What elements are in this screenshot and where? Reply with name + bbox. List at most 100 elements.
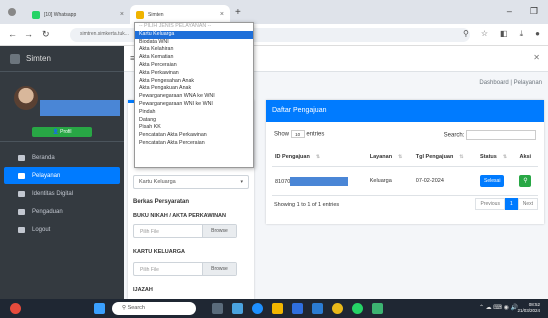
view-search-icon[interactable]: ⚲ [519, 175, 532, 187]
dropdown-option[interactable]: Pencatatan Akta Perkawinan [135, 132, 253, 140]
document-icon [18, 172, 25, 179]
dropdown-option-selected[interactable]: Kartu Keluarga [135, 30, 253, 39]
app-icon[interactable] [372, 303, 383, 314]
col-tgl[interactable]: Tgl Pengajuan ⇅ [412, 148, 478, 167]
taskbar-search[interactable]: ⚲ Search [112, 302, 196, 315]
dropdown-option[interactable]: Akta Perkawinan [135, 70, 253, 78]
col-id[interactable]: ID Pengajuan ⇅ [272, 148, 367, 167]
sort-icon: ⇅ [315, 154, 321, 160]
forward-icon[interactable]: → [24, 29, 33, 39]
file-input-kartu-keluarga[interactable]: Pilih File Browse [133, 262, 237, 276]
cell-aksi: ⚲ [516, 166, 538, 196]
sort-icon: ⇅ [398, 154, 403, 160]
brand[interactable]: Simten [0, 46, 124, 72]
brand-logo-icon [10, 53, 20, 64]
chevron-down-icon: ▾ [240, 179, 243, 185]
entries-select[interactable]: 10 [290, 130, 305, 138]
card-title: Daftar Pengajuan [266, 100, 544, 122]
search-label: Search: [443, 132, 465, 139]
user-panel: 👤 Profil [0, 72, 124, 142]
avatar [14, 86, 38, 110]
reload-icon[interactable]: ↻ [42, 29, 50, 40]
col-label: Layanan [369, 154, 393, 160]
sidebar-item-logout[interactable]: Logout [4, 221, 120, 238]
pager-page-1[interactable]: 1 [504, 198, 518, 210]
file-placeholder: Pilih File [140, 267, 159, 273]
dropdown-option[interactable]: Datang [135, 117, 253, 125]
file-label-buku-nikah: BUKU NIKAH / AKTA PERKAWINAN [133, 213, 226, 219]
dropdown-option[interactable]: Pencatatan Akta Perceraian [135, 140, 253, 148]
sidebar-item-label: Beranda [32, 154, 55, 161]
pager-next[interactable]: Next [517, 198, 538, 210]
logout-icon [18, 226, 25, 233]
dropdown-option[interactable]: Biodata WNI [135, 39, 253, 47]
taskbar-clock[interactable]: 08:52 21/03/2024 [517, 302, 540, 314]
mail-icon[interactable] [312, 303, 323, 314]
system-tray-icons[interactable]: ⌃ ☁ ⌨ ◉ 🔊 [479, 304, 518, 311]
tab-whatsapp[interactable]: [10] Whatsapp × [26, 5, 130, 24]
sidebar-item-identitas-digital[interactable]: Identitas Digital [4, 185, 120, 202]
tab-menu-icon[interactable] [8, 8, 16, 16]
dropdown-option[interactable]: Akta Kematian [135, 54, 253, 62]
new-tab-icon[interactable]: + [235, 7, 241, 18]
close-tab-icon[interactable]: × [120, 11, 124, 18]
download-icon[interactable]: ⤓ [520, 29, 524, 39]
dropdown-option[interactable]: Pewarganegaraan WNA ke WNI [135, 93, 253, 101]
close-icon[interactable]: ✕ [533, 53, 540, 62]
sidebar-item-pelayanan[interactable]: Pelayanan [4, 167, 120, 184]
toolbar-icons: ⚲ ☆ ◧ ⤓ ● [463, 29, 540, 39]
extensions-icon[interactable]: ◧ [500, 29, 508, 39]
pengajuan-table: ID Pengajuan ⇅ Layanan ⇅ Tgl Pengajuan ⇅ St… [272, 148, 538, 196]
chrome-icon[interactable] [332, 303, 343, 314]
dropdown-option[interactable]: -- PILIH JENIS PELAYANAN -- [135, 23, 253, 31]
col-status[interactable]: Status ⇅ [477, 148, 517, 167]
start-icon[interactable] [94, 303, 105, 314]
col-layanan[interactable]: Layanan ⇅ [366, 148, 413, 167]
store-icon[interactable] [292, 303, 303, 314]
close-tab-icon[interactable]: × [220, 11, 224, 18]
dropdown-option[interactable]: Pewarganegaraan WNI ke WNI [135, 101, 253, 109]
dropdown-option[interactable]: Akta Pengakuan Anak [135, 85, 253, 93]
berkas-title: Berkas Persyaratan [133, 199, 190, 205]
edge-icon[interactable] [252, 303, 263, 314]
tab-label: Simten [148, 11, 164, 18]
table-info: Showing 1 to 1 of 1 entries [274, 202, 340, 208]
file-input-buku-nikah[interactable]: Pilih File Browse [133, 224, 237, 238]
task-view-icon[interactable] [212, 303, 223, 314]
dropdown-option[interactable]: Akta Pengesahan Anak [135, 78, 253, 86]
back-icon[interactable]: ← [8, 29, 17, 39]
pager-previous[interactable]: Previous [475, 198, 505, 210]
dropdown-option[interactable]: Akta Perceraian [135, 62, 253, 70]
whatsapp-taskbar-icon[interactable] [352, 303, 363, 314]
sort-icon: ⇅ [502, 154, 508, 160]
profile-button-label: Profil [60, 129, 72, 135]
browser-tab-strip: [10] Whatsapp × Simten × + – ❐ [0, 0, 548, 24]
dropdown-option[interactable]: Pisah KK [135, 124, 253, 132]
location-icon[interactable]: ⚲ [463, 29, 469, 39]
status-badge[interactable]: Selesai [480, 175, 505, 187]
file-label-kartu-keluarga: KARTU KELUARGA [133, 249, 185, 255]
minimize-icon[interactable]: – [507, 6, 512, 17]
profile-icon[interactable]: ● [535, 29, 540, 39]
sidebar-item-beranda[interactable]: Beranda [4, 149, 120, 166]
widget-icon[interactable] [10, 303, 21, 314]
dropdown-option[interactable]: Akta Kelahiran [135, 46, 253, 54]
search-placeholder: Search [127, 305, 145, 311]
sidebar-item-pengaduan[interactable]: Pengaduan [4, 203, 120, 220]
browse-button[interactable]: Browse [202, 263, 236, 275]
col-aksi[interactable]: Aksi [516, 148, 538, 167]
profile-button[interactable]: 👤 Profil [32, 127, 92, 137]
clock-date: 21/03/2024 [517, 308, 540, 313]
dropdown-option[interactable]: Pindah [135, 109, 253, 117]
browser-toolbar: ← → ↻ simtren.simkerta.tuk... ⚲ ☆ ◧ ⤓ ● [0, 24, 548, 46]
explorer-icon[interactable] [272, 303, 283, 314]
browse-button[interactable]: Browse [202, 225, 236, 237]
star-icon[interactable]: ☆ [481, 29, 488, 39]
chat-icon[interactable] [232, 303, 243, 314]
address-bar[interactable]: simtren.simkerta.tuk... [70, 28, 470, 42]
jenis-pelayanan-select[interactable]: Kartu Keluarga ▾ [133, 175, 249, 189]
table-search-input[interactable] [466, 130, 536, 140]
cell-status: Selesai [477, 166, 517, 196]
restore-icon[interactable]: ❐ [530, 6, 538, 17]
cell-id: 81070 [272, 166, 367, 196]
